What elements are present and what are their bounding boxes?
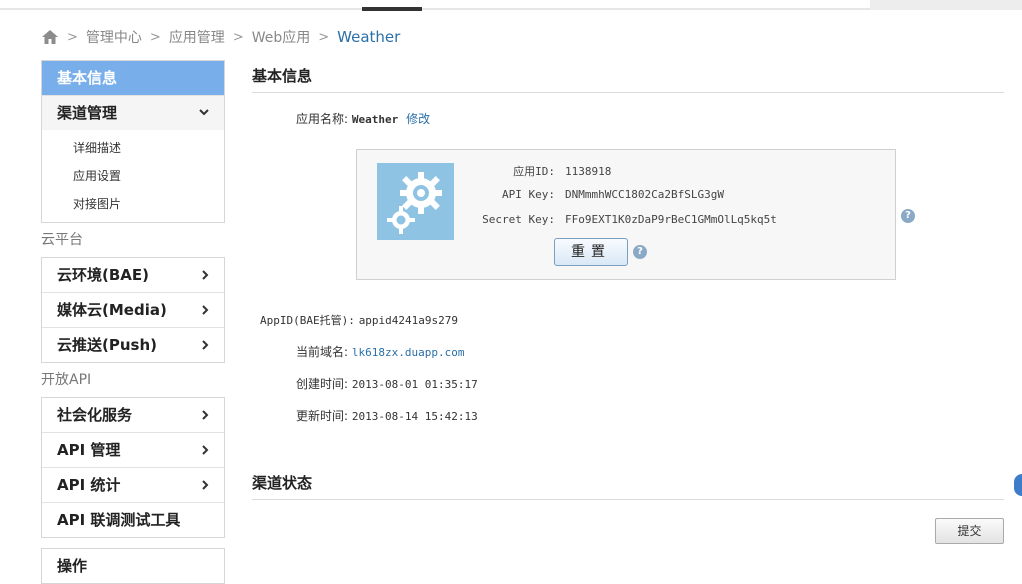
breadcrumb-current: Weather [337,28,401,46]
app-name-label: 应用名称: [296,112,349,126]
top-right-block [870,0,1022,10]
sidebar-item-bae[interactable]: 云环境(BAE) [42,258,224,292]
sidebar-app-box: 基本信息 渠道管理 详细描述 应用设置 对接图片 [41,60,225,223]
app-name-row: 应用名称: Weather 修改 [296,110,430,127]
channel-status-section: 渠道状态 [252,467,1004,500]
top-divider [0,8,870,10]
edit-app-name-link[interactable]: 修改 [406,112,430,126]
sidebar-item-api-mgmt[interactable]: API 管理 [42,432,224,467]
sidebar-item-label: 渠道管理 [57,104,118,122]
updated-value: 2013-08-14 15:42:13 [351,410,478,423]
chevron-right-icon: > [67,29,78,45]
sidebar-item-push[interactable]: 云推送(Push) [42,327,224,362]
sidebar-item-media[interactable]: 媒体云(Media) [42,292,224,327]
top-bar [0,0,1022,11]
sidebar-item-label: 社会化服务 [57,406,133,424]
sidebar-item-label: 云环境(BAE) [57,266,149,284]
app-name-value: Weather [351,113,399,126]
main-content: 基本信息 [252,60,1004,93]
breadcrumb: > 管理中心 > 应用管理 > Web应用 > Weather [41,25,400,49]
sidebar-group-api: 开放API [41,372,92,388]
secret-key-row: Secret Key: FFo9EXT1K0zDaP9rBeC1GMmOlLq5k… [437,213,777,226]
secret-key-label: Secret Key: [482,213,555,226]
bae-appid-label: AppID(BAE托管): [260,314,355,327]
created-value: 2013-08-01 01:35:17 [351,378,478,391]
api-key-value: DNMmmhWCC1802Ca2BfSLG3gW [565,188,724,201]
home-icon[interactable] [41,28,59,46]
bae-appid-value: appid4241a9s279 [358,314,459,327]
sidebar-api-box: 社会化服务 API 管理 API 统计 API 联调测试工具 [41,397,225,538]
sidebar-cloud-box: 云环境(BAE) 媒体云(Media) 云推送(Push) [41,257,225,363]
breadcrumb-web-app[interactable]: Web应用 [252,27,311,47]
app-credentials-box: 应用ID: 1138918 API Key: DNMmmhWCC1802Ca2BfS… [356,149,896,280]
sidebar-item-api-stats[interactable]: API 统计 [42,467,224,502]
chevron-right-icon [200,328,210,375]
sidebar-item-label: API 管理 [57,441,121,459]
domain-label: 当前域名: [296,345,349,359]
domain-link[interactable]: lk618zx.duapp.com [352,346,465,359]
chevron-right-icon: > [149,29,161,45]
api-key-label: API Key: [502,188,555,201]
sidebar-item-channel-mgmt[interactable]: 渠道管理 [42,95,224,130]
channel-status-title: 渠道状态 [252,467,1004,500]
app-id-value: 1138918 [565,165,612,178]
created-label: 创建时间: [296,377,349,391]
help-icon[interactable]: ? [633,245,647,259]
sidebar-item-label: API 统计 [57,476,121,494]
breadcrumb-app-mgmt[interactable]: 应用管理 [169,27,225,47]
sidebar-subitem-app-settings[interactable]: 应用设置 [73,162,224,190]
chevron-right-icon: > [318,29,330,45]
created-row: 创建时间: 2013-08-01 01:35:17 [296,375,478,392]
floating-widget[interactable] [1014,474,1022,496]
sidebar-item-social[interactable]: 社会化服务 [42,398,224,432]
api-key-row: API Key: DNMmmhWCC1802Ca2BfSLG3gW [437,188,724,201]
sidebar-ops-box: 操作 [41,548,225,584]
sidebar-item-basic-info[interactable]: 基本信息 [42,61,224,95]
basic-info-title: 基本信息 [252,60,1004,93]
sidebar-item-ops[interactable]: 操作 [42,549,224,583]
reset-key-button[interactable]: 重置 [554,238,628,266]
bae-appid-row: AppID(BAE托管): appid4241a9s279 [260,312,458,328]
sidebar-item-label: API 联调测试工具 [57,511,181,529]
sidebar-subitem-images[interactable]: 对接图片 [73,190,224,218]
sidebar-item-api-debug[interactable]: API 联调测试工具 [42,502,224,537]
help-icon[interactable]: ? [901,209,915,223]
domain-row: 当前域名: lk618zx.duapp.com [296,343,464,360]
secret-key-value: FFo9EXT1K0zDaP9rBeC1GMmOlLq5kq5t [565,213,777,226]
updated-row: 更新时间: 2013-08-14 15:42:13 [296,407,478,424]
breadcrumb-admin[interactable]: 管理中心 [86,27,142,47]
chevron-right-icon: > [232,29,244,45]
channel-submenu: 详细描述 应用设置 对接图片 [42,130,224,222]
app-id-label: 应用ID: [513,165,555,178]
sidebar: 基本信息 渠道管理 详细描述 应用设置 对接图片 云平台 云环境(BAE) 媒体… [41,60,225,584]
sidebar-item-label: 媒体云(Media) [57,301,167,319]
app-id-row: 应用ID: 1138918 [437,163,611,179]
submit-button[interactable]: 提交 [935,518,1004,544]
chevron-down-icon [198,96,210,143]
sidebar-group-cloud: 云平台 [41,232,83,248]
updated-label: 更新时间: [296,409,349,423]
top-indicator [362,7,422,11]
sidebar-item-label: 云推送(Push) [57,336,157,354]
